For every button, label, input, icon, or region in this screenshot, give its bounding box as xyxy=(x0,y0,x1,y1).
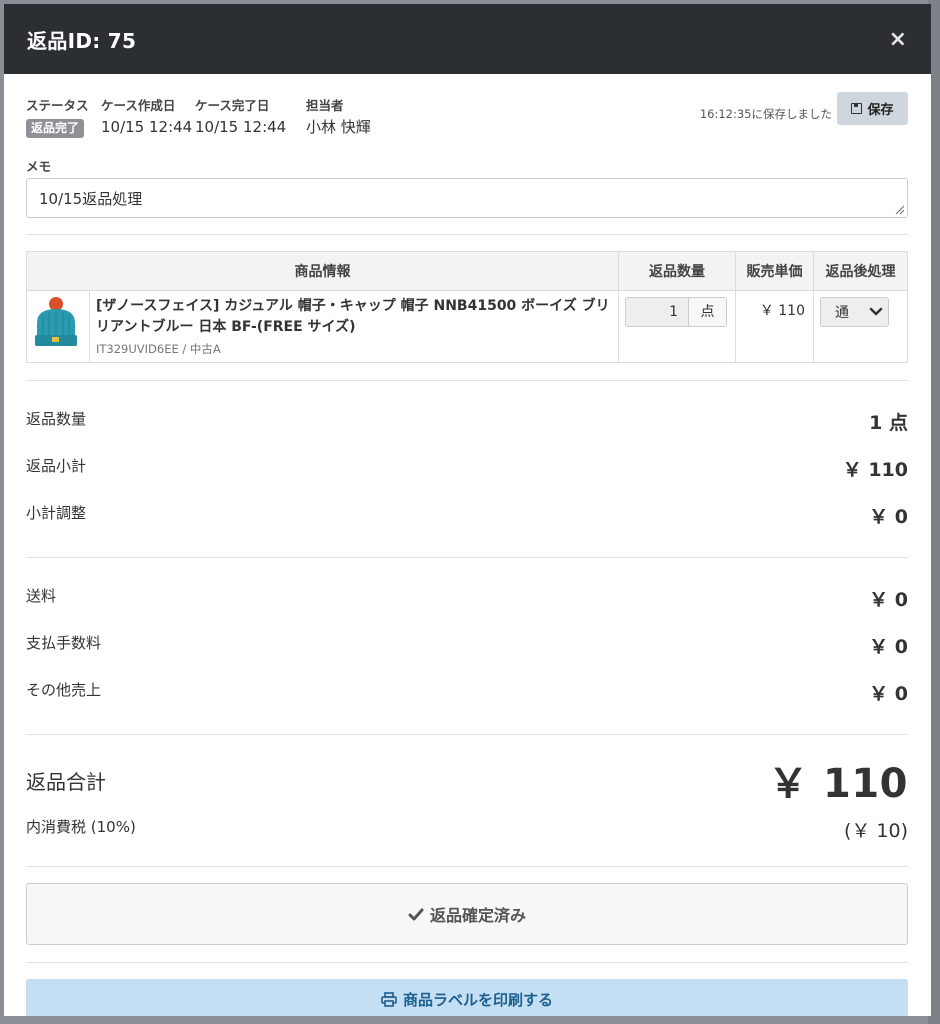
column-header-product: 商品情報 xyxy=(26,251,619,291)
chevron-down-icon xyxy=(869,307,883,316)
printer-icon xyxy=(381,991,397,1007)
summary-section: 返品数量 1 点 返品小計 ￥ 110 小計調整 ￥ 0 xyxy=(26,408,908,529)
save-button-label: 保存 xyxy=(867,102,894,117)
meta-row: ステータス 返品完了 ケース作成日 10/15 12:44 ケース完了日 10/… xyxy=(26,92,908,154)
return-confirmed-button[interactable]: 返品確定済み xyxy=(26,883,908,945)
shipping-label: 送料 xyxy=(26,587,57,605)
return-total-value: ￥ 110 xyxy=(768,761,908,807)
shipping-row: 送料 ￥ 0 xyxy=(26,585,908,612)
disposition-value: 通 xyxy=(835,305,849,321)
assignee-value: 小林 快輝 xyxy=(306,118,371,136)
tax-value: (￥ 10) xyxy=(843,820,908,842)
other-sales-label: その他売上 xyxy=(26,681,102,699)
column-header-quantity: 返品数量 xyxy=(618,251,736,291)
divider xyxy=(26,557,908,558)
return-items-table: 商品情報 返品数量 販売単価 返品後処理 [ザノースフェイス] カジュアル 帽子… xyxy=(26,251,908,363)
divider xyxy=(26,234,908,235)
quantity-input[interactable]: 1 xyxy=(625,297,688,327)
knit-hat-image xyxy=(35,297,77,346)
subtotal-value: ￥ 110 xyxy=(842,459,908,481)
product-name: [ザノースフェイス] カジュアル 帽子・キャップ 帽子 NNB41500 ボーイ… xyxy=(96,298,610,335)
created-date-label: ケース作成日 xyxy=(101,98,176,113)
save-button[interactable]: 保存 xyxy=(837,92,908,125)
return-confirmed-label: 返品確定済み xyxy=(429,906,526,925)
assignee-label: 担当者 xyxy=(306,98,344,113)
payment-fee-row: 支払手数料 ￥ 0 xyxy=(26,632,908,659)
quantity-cell: 1 点 xyxy=(618,290,736,363)
disposition-select[interactable]: 通 xyxy=(820,297,889,327)
total-section: 返品合計 ￥ 110 内消費税 (10%) (￥ 10) xyxy=(26,751,908,843)
print-label-button[interactable]: 商品ラベルを印刷する xyxy=(26,979,908,1016)
payment-fee-value: ￥ 0 xyxy=(869,636,908,658)
status-label: ステータス xyxy=(26,98,89,113)
memo-label: メモ xyxy=(26,159,52,174)
fees-section: 送料 ￥ 0 支払手数料 ￥ 0 その他売上 ￥ 0 xyxy=(26,585,908,706)
disposition-cell: 通 xyxy=(813,290,908,363)
column-header-price: 販売単価 xyxy=(735,251,814,291)
print-label-text: 商品ラベルを印刷する xyxy=(402,990,553,1009)
return-detail-modal: 返品ID: 75 × ステータス 返品完了 ケース作成日 10/15 12:44… xyxy=(4,4,931,1016)
modal-title: 返品ID: 75 xyxy=(27,28,137,53)
subtotal-adjustment-row: 小計調整 ￥ 0 xyxy=(26,502,908,529)
other-sales-row: その他売上 ￥ 0 xyxy=(26,679,908,706)
created-date-value: 10/15 12:44 xyxy=(101,118,193,136)
column-header-disposition: 返品後処理 xyxy=(813,251,908,291)
modal-header: 返品ID: 75 × xyxy=(4,4,931,74)
shipping-value: ￥ 0 xyxy=(869,589,908,611)
return-quantity-row: 返品数量 1 点 xyxy=(26,408,908,435)
subtotal-row: 返品小計 ￥ 110 xyxy=(26,455,908,482)
resize-handle-icon[interactable] xyxy=(895,205,905,215)
completed-date-label: ケース完了日 xyxy=(195,98,270,113)
return-quantity-value: 1 点 xyxy=(869,412,908,434)
subtotal-label: 返品小計 xyxy=(26,457,87,475)
product-code: IT329UVID6EE / 中古A xyxy=(96,342,221,356)
return-quantity-label: 返品数量 xyxy=(26,410,87,428)
status-badge: 返品完了 xyxy=(26,119,85,138)
divider xyxy=(26,866,908,867)
return-total-label: 返品合計 xyxy=(26,769,106,794)
tax-label: 内消費税 (10%) xyxy=(26,818,136,836)
product-thumbnail xyxy=(26,290,90,363)
memo-text: 10/15返品処理 xyxy=(39,190,143,208)
table-row: [ザノースフェイス] カジュアル 帽子・キャップ 帽子 NNB41500 ボーイ… xyxy=(26,290,908,363)
payment-fee-label: 支払手数料 xyxy=(26,634,102,652)
quantity-unit: 点 xyxy=(688,297,727,327)
memo-textarea[interactable]: 10/15返品処理 xyxy=(26,178,908,218)
close-button[interactable]: × xyxy=(889,27,907,52)
completed-date-value: 10/15 12:44 xyxy=(195,118,287,136)
return-total-row: 返品合計 ￥ 110 xyxy=(26,751,908,809)
unit-price: ￥ 110 xyxy=(735,290,814,363)
checkmark-icon xyxy=(408,908,424,920)
product-info-cell: [ザノースフェイス] カジュアル 帽子・キャップ 帽子 NNB41500 ボーイ… xyxy=(89,290,619,363)
other-sales-value: ￥ 0 xyxy=(869,683,908,705)
tax-row: 内消費税 (10%) (￥ 10) xyxy=(26,816,908,843)
divider xyxy=(26,962,908,963)
saved-status-text: 16:12:35に保存しました xyxy=(699,107,832,121)
divider xyxy=(26,380,908,381)
subtotal-adjustment-value: ￥ 0 xyxy=(869,506,908,528)
divider xyxy=(26,734,908,735)
subtotal-adjustment-label: 小計調整 xyxy=(26,504,87,522)
floppy-disk-icon xyxy=(851,103,863,114)
